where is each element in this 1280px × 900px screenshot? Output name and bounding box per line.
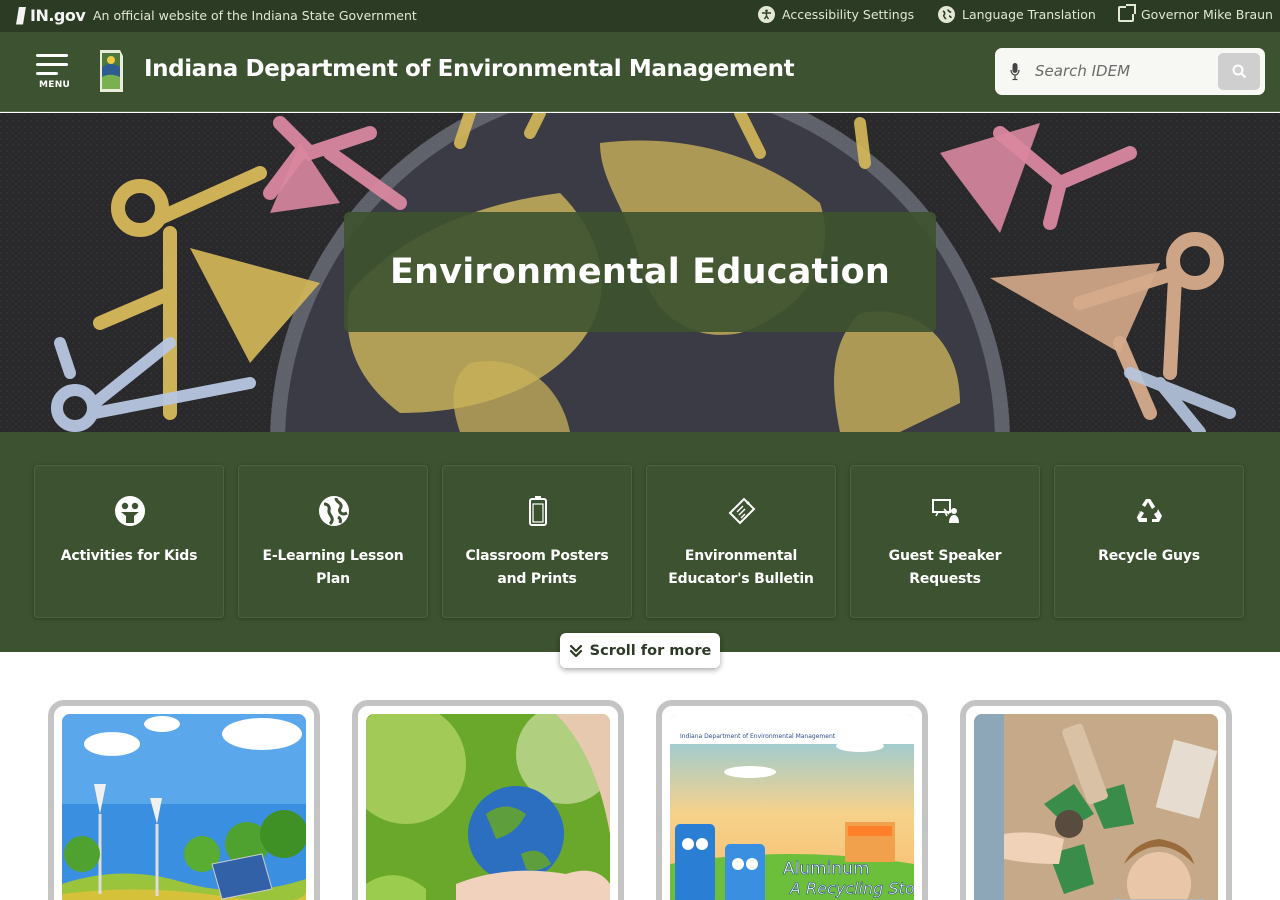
- bulletin-icon: [728, 497, 756, 525]
- quick-link-label: Recycle Guys: [1098, 548, 1200, 564]
- speaker-icon: [932, 499, 959, 523]
- feature-card[interactable]: [960, 700, 1232, 900]
- search-input[interactable]: [1035, 60, 1205, 82]
- ingov-logo[interactable]: IN.gov: [16, 6, 86, 25]
- quick-link-guest-speaker-requests[interactable]: Guest Speaker Requests: [850, 465, 1040, 618]
- menu-button[interactable]: MENU: [36, 54, 70, 94]
- globe-icon: [319, 496, 349, 526]
- scroll-for-more-button[interactable]: Scroll for more: [560, 633, 720, 668]
- idem-logo[interactable]: [96, 47, 126, 95]
- governor-link[interactable]: Governor Mike Braun: [1118, 4, 1273, 22]
- hamburger-bar: [36, 63, 68, 66]
- microphone-icon[interactable]: [1010, 62, 1020, 81]
- globe-icon: [938, 6, 955, 23]
- site-header: MENU Indiana Department of Environmental…: [0, 32, 1280, 112]
- ingov-brand-text: IN.gov: [30, 6, 86, 25]
- official-website-notice: An official website of the Indiana State…: [93, 8, 417, 23]
- quick-link-e-learning-lesson-plan[interactable]: E-Learning Lesson Plan: [238, 465, 428, 618]
- aluminum-recycling-story-image: Indiana Department of Environmental Mana…: [670, 714, 914, 900]
- quick-links-section: Activities for Kids E-Learning Lesson Pl…: [0, 432, 1280, 652]
- quick-link-recycle-guys[interactable]: Recycle Guys: [1054, 465, 1244, 618]
- page-title: Environmental Education: [389, 252, 891, 292]
- accessibility-settings-link[interactable]: Accessibility Settings: [758, 6, 914, 23]
- hero-banner: Environmental Education: [0, 113, 1280, 432]
- search-icon: [1232, 64, 1246, 79]
- quick-link-label: Activities for Kids: [60, 548, 198, 564]
- quick-link-environmental-educators-bulletin[interactable]: Environmental Educator's Bulletin: [646, 465, 836, 618]
- menu-label: MENU: [39, 80, 71, 90]
- card-title-line1: Aluminum: [783, 859, 870, 879]
- search-button[interactable]: [1218, 53, 1260, 90]
- poster-icon: [529, 496, 547, 526]
- hamburger-icon: [36, 54, 68, 57]
- earth-in-hands-image: [366, 714, 610, 900]
- recycle-icon: [1136, 498, 1162, 523]
- feature-card[interactable]: [48, 700, 320, 900]
- external-link-icon: [1118, 4, 1136, 22]
- language-translation-label: Language Translation: [962, 7, 1096, 22]
- kids-recycling-image: [974, 714, 1218, 900]
- quick-link-label: Environmental Educator's Bulletin: [668, 548, 814, 587]
- site-title[interactable]: Indiana Department of Environmental Mana…: [144, 56, 795, 82]
- top-utility-bar: IN.gov An official website of the Indian…: [0, 0, 1280, 32]
- quick-link-label: Classroom Posters and Prints: [465, 548, 609, 587]
- quick-link-label: E-Learning Lesson Plan: [262, 548, 404, 587]
- quick-link-activities-for-kids[interactable]: Activities for Kids: [34, 465, 224, 618]
- language-translation-link[interactable]: Language Translation: [938, 6, 1096, 23]
- feature-card[interactable]: Indiana Department of Environmental Mana…: [656, 700, 928, 900]
- accessibility-settings-label: Accessibility Settings: [782, 7, 915, 22]
- double-chevron-down-icon: [569, 644, 582, 657]
- card-header-text: Indiana Department of Environmental Mana…: [680, 733, 836, 740]
- quick-link-classroom-posters-and-prints[interactable]: Classroom Posters and Prints: [442, 465, 632, 618]
- ingov-mark-icon: [16, 6, 26, 25]
- card-title-line2: A Recycling Stor: [789, 879, 914, 898]
- quick-link-label: Guest Speaker Requests: [888, 548, 1002, 587]
- hamburger-bar: [36, 72, 58, 75]
- feature-card[interactable]: [352, 700, 624, 900]
- governor-link-label: Governor Mike Braun: [1141, 6, 1273, 22]
- search-bar: [995, 48, 1265, 95]
- accessibility-icon: [758, 6, 775, 23]
- kids-icon: [115, 496, 145, 526]
- hero-title-box: Environmental Education: [344, 212, 936, 332]
- scroll-for-more-label: Scroll for more: [589, 642, 712, 659]
- wind-turbines-solar-image: [62, 714, 306, 900]
